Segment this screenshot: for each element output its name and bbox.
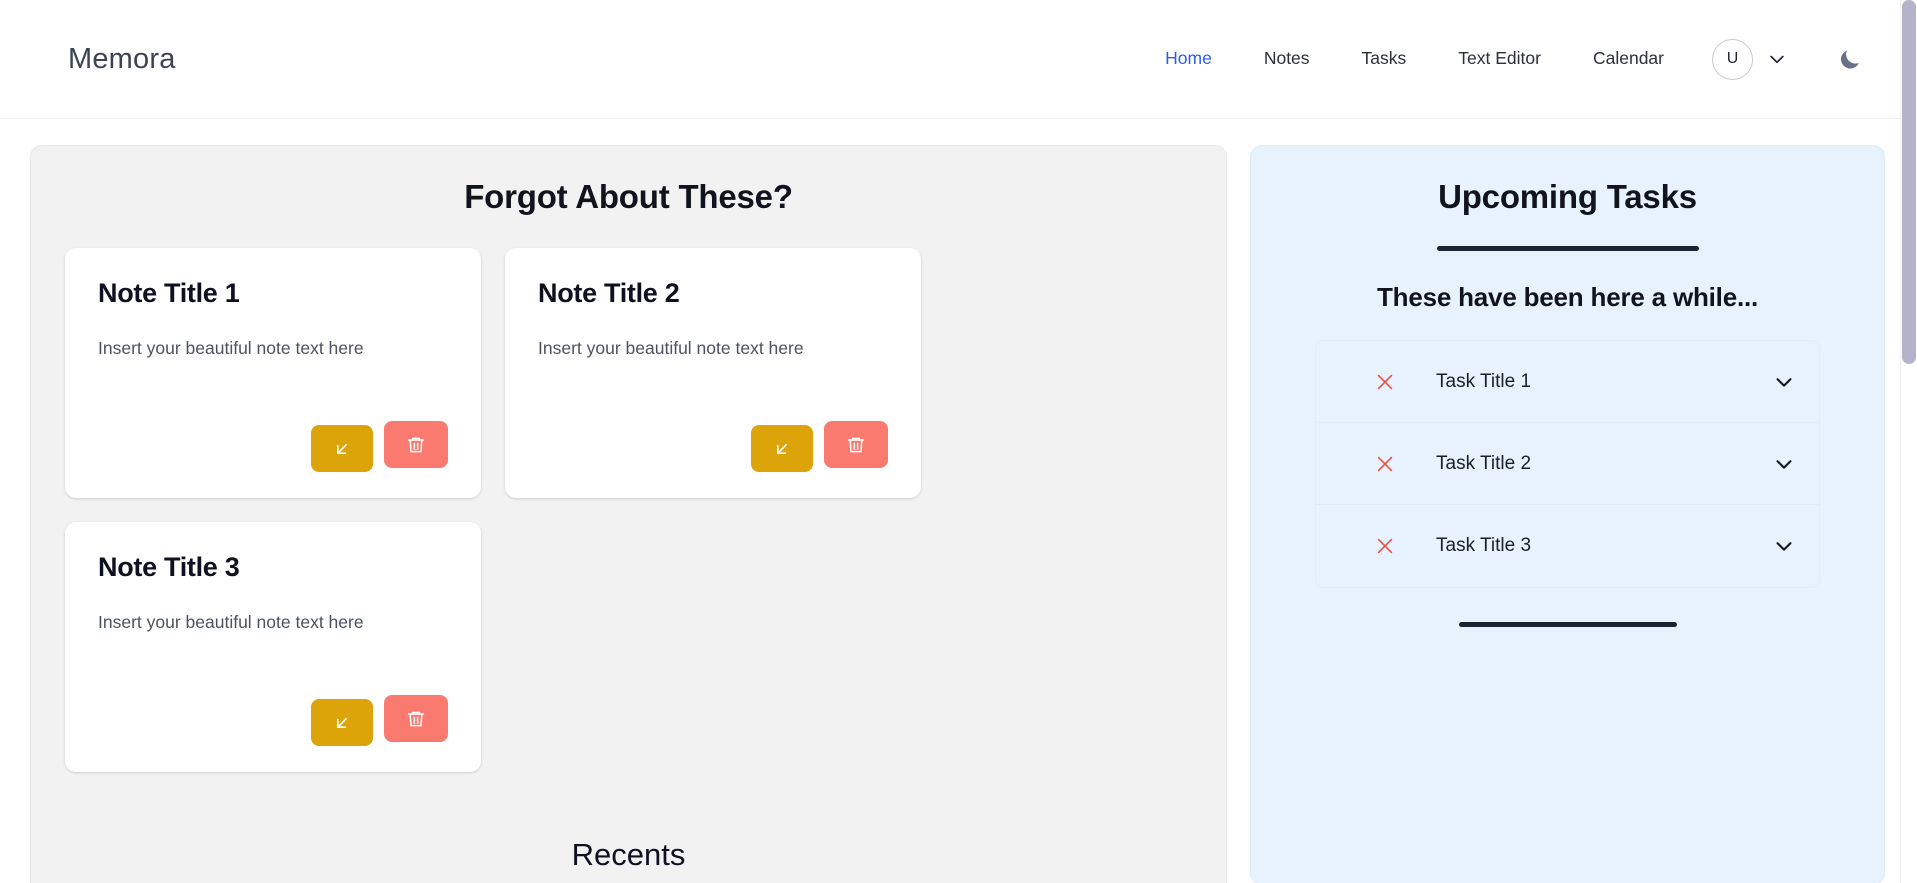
note-card[interactable]: Note Title 1 Insert your beautiful note …	[65, 248, 481, 498]
note-text: Insert your beautiful note text here	[538, 338, 804, 358]
nav-item-home[interactable]: Home	[1139, 50, 1238, 68]
note-title: Note Title 2	[538, 278, 680, 308]
close-x-icon[interactable]	[1374, 453, 1396, 475]
chevron-down-icon[interactable]	[1773, 371, 1795, 393]
task-label: Task Title 2	[1436, 452, 1532, 474]
task-label: Task Title 1	[1436, 370, 1532, 392]
note-actions	[538, 395, 888, 472]
task-row[interactable]: Task Title 1	[1316, 341, 1819, 423]
note-edit-button[interactable]	[311, 699, 373, 746]
arrow-down-left-icon	[337, 443, 347, 454]
note-title: Note Title 1	[98, 278, 240, 308]
arrow-down-left-icon	[337, 717, 347, 728]
note-card[interactable]: Note Title 3 Insert your beautiful note …	[65, 522, 481, 772]
note-title: Note Title 3	[98, 552, 240, 582]
moon-icon[interactable]	[1837, 46, 1863, 72]
nav-item-tasks[interactable]: Tasks	[1336, 50, 1433, 68]
trash-icon	[407, 437, 425, 452]
task-row[interactable]: Task Title 2	[1316, 423, 1819, 505]
notes-panel: Forgot About These? Note Title 1 Insert …	[30, 145, 1227, 883]
tasks-panel: Upcoming Tasks These have been here a wh…	[1250, 145, 1885, 883]
notes-panel-title: Forgot About These?	[464, 178, 793, 215]
note-actions	[98, 395, 448, 472]
chevron-down-icon[interactable]	[1767, 49, 1787, 69]
close-x-icon[interactable]	[1374, 535, 1396, 557]
nav-item-notes[interactable]: Notes	[1238, 50, 1336, 68]
avatar[interactable]: U	[1712, 38, 1753, 80]
main-nav: Home Notes Tasks Text Editor Calendar U	[1139, 38, 1881, 80]
trash-icon	[847, 437, 865, 452]
note-delete-button[interactable]	[384, 421, 448, 468]
note-card[interactable]: Note Title 2 Insert your beautiful note …	[505, 248, 921, 498]
tasks-panel-title: Upcoming Tasks	[1438, 178, 1697, 215]
task-label: Task Title 3	[1436, 535, 1532, 556]
note-grid: Note Title 1 Insert your beautiful note …	[31, 216, 1226, 772]
note-edit-button[interactable]	[751, 425, 813, 472]
tasks-subtitle: These have been here a while...	[1376, 282, 1759, 312]
recents-title: Recents	[571, 837, 686, 872]
arrow-down-left-icon	[777, 443, 787, 454]
tasks-divider-bottom	[1458, 622, 1677, 627]
app-header: Memora Home Notes Tasks Text Editor Cale…	[0, 0, 1917, 119]
note-edit-button[interactable]	[311, 425, 373, 472]
task-list: Task Title 1 Task Title 2 Task Title 3	[1315, 340, 1820, 588]
note-text: Insert your beautiful note text here	[98, 338, 364, 358]
scrollbar-thumb[interactable]	[1902, 0, 1916, 364]
task-row[interactable]: Task Title 3	[1316, 505, 1819, 587]
tasks-divider-top	[1436, 246, 1699, 251]
nav-item-text-editor[interactable]: Text Editor	[1432, 50, 1567, 68]
note-actions	[98, 669, 448, 746]
close-x-icon[interactable]	[1374, 371, 1396, 393]
page-body: Forgot About These? Note Title 1 Insert …	[0, 119, 1917, 883]
chevron-down-icon[interactable]	[1773, 535, 1795, 557]
note-text: Insert your beautiful note text here	[98, 612, 364, 632]
chevron-down-icon[interactable]	[1773, 453, 1795, 475]
page-scrollbar[interactable]	[1900, 0, 1917, 883]
account-menu[interactable]: U	[1712, 38, 1787, 80]
app-brand: Memora	[68, 42, 176, 75]
note-delete-button[interactable]	[824, 421, 888, 468]
trash-icon	[407, 711, 425, 726]
nav-item-calendar[interactable]: Calendar	[1567, 50, 1690, 68]
note-delete-button[interactable]	[384, 695, 448, 742]
